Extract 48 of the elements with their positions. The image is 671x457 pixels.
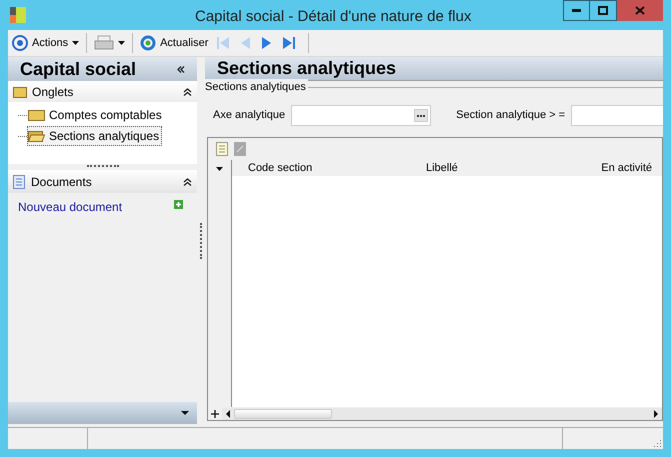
skip-first-icon	[216, 36, 230, 50]
dropdown-icon[interactable]	[181, 411, 189, 415]
tree-item[interactable]: Comptes comptables	[27, 105, 165, 125]
section-header[interactable]: Documents	[8, 170, 197, 193]
resize-grip-icon[interactable]	[653, 439, 661, 447]
add-icon[interactable]	[174, 200, 183, 209]
new-document-link[interactable]: Nouveau document	[18, 198, 122, 216]
target-button[interactable]: Actions	[10, 32, 82, 54]
column-header[interactable]: Code section	[232, 160, 426, 176]
column-header[interactable]: Libellé	[426, 160, 602, 176]
field-label: Section analytique > =	[456, 108, 566, 124]
window-title: Capital social - Détail d'une nature de flux	[195, 7, 472, 27]
group-title: Sections analytiques	[205, 79, 308, 96]
tree-item[interactable]: Sections analytiques	[27, 126, 162, 146]
minimize-icon	[572, 9, 581, 12]
maximize-icon	[598, 6, 608, 15]
printer-icon	[94, 35, 114, 51]
lookup-field[interactable]	[291, 105, 432, 126]
open-folder-icon	[28, 130, 45, 142]
panel-title: Sections analytiques	[217, 57, 396, 80]
folder-icon	[13, 86, 27, 98]
section-title: Onglets	[32, 84, 74, 100]
section-title: Documents	[31, 174, 92, 190]
column-header[interactable]: En activité	[601, 160, 662, 176]
minimize-button[interactable]	[563, 0, 590, 21]
scrollbar-thumb[interactable]	[234, 408, 332, 418]
text-field[interactable]	[571, 105, 663, 126]
ellipsis-button[interactable]	[414, 109, 428, 122]
horizontal-scrollbar[interactable]	[222, 408, 662, 420]
field-label: Axe analytique	[213, 108, 286, 124]
row-menu-icon[interactable]	[216, 167, 223, 171]
refresh-icon	[140, 35, 156, 51]
new-item-icon[interactable]	[216, 142, 228, 156]
collapse-icon[interactable]	[183, 178, 192, 186]
panel-title: Capital social	[20, 58, 136, 81]
app-icon	[10, 7, 26, 23]
collapse-icon[interactable]	[183, 88, 192, 96]
close-icon	[635, 6, 645, 15]
add-row-icon[interactable]	[211, 410, 219, 418]
refresh-button[interactable]: Actualiser	[138, 32, 210, 54]
close-button[interactable]	[617, 0, 663, 21]
tree-item-label: Sections analytiques	[49, 128, 160, 145]
document-icon	[13, 174, 25, 188]
skip-last-icon	[282, 36, 296, 50]
tree-item-label: Comptes comptables	[49, 107, 162, 124]
collapse-icon[interactable]	[177, 66, 185, 72]
folder-icon	[28, 109, 45, 121]
target-icon	[12, 35, 28, 51]
